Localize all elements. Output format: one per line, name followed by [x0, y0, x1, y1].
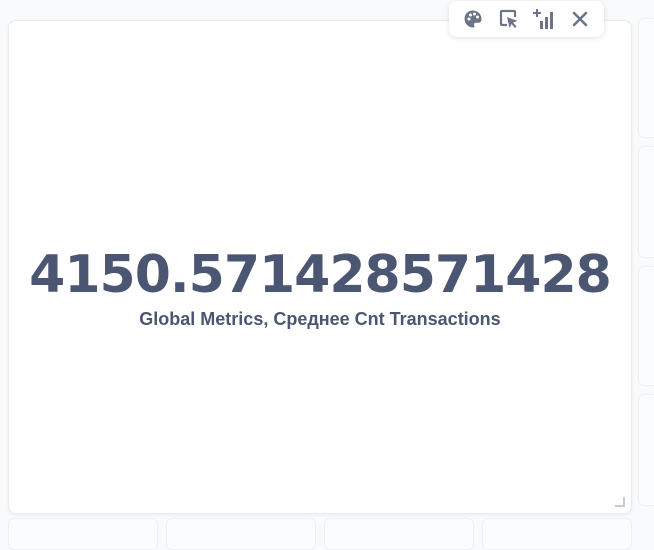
remove-card-button[interactable]: [566, 5, 594, 33]
grid-cell: [324, 518, 474, 550]
palette-button[interactable]: [459, 5, 487, 33]
click-behavior-icon: [499, 9, 519, 29]
resize-handle[interactable]: [615, 497, 625, 507]
grid-cell: [638, 18, 654, 138]
scalar-value: 4150.571428571428: [29, 245, 612, 305]
palette-icon: [463, 9, 483, 29]
grid-cell: [638, 146, 654, 258]
grid-cell: [482, 518, 632, 550]
close-icon: [572, 11, 588, 27]
scalar-card: 4150.571428571428 Global Metrics, Средне…: [8, 20, 632, 514]
grid-cell: [8, 518, 158, 550]
scalar-title[interactable]: Global Metrics, Среднее Cnt Transactions: [139, 309, 500, 330]
add-series-icon: [533, 8, 555, 30]
scalar-visualization: 4150.571428571428 Global Metrics, Средне…: [9, 243, 631, 330]
add-series-button[interactable]: [530, 5, 558, 33]
card-action-toolbar: [449, 1, 604, 37]
grid-cell: [166, 518, 316, 550]
grid-cell: [638, 266, 654, 386]
grid-cell: [638, 394, 654, 506]
click-behavior-button[interactable]: [495, 5, 523, 33]
